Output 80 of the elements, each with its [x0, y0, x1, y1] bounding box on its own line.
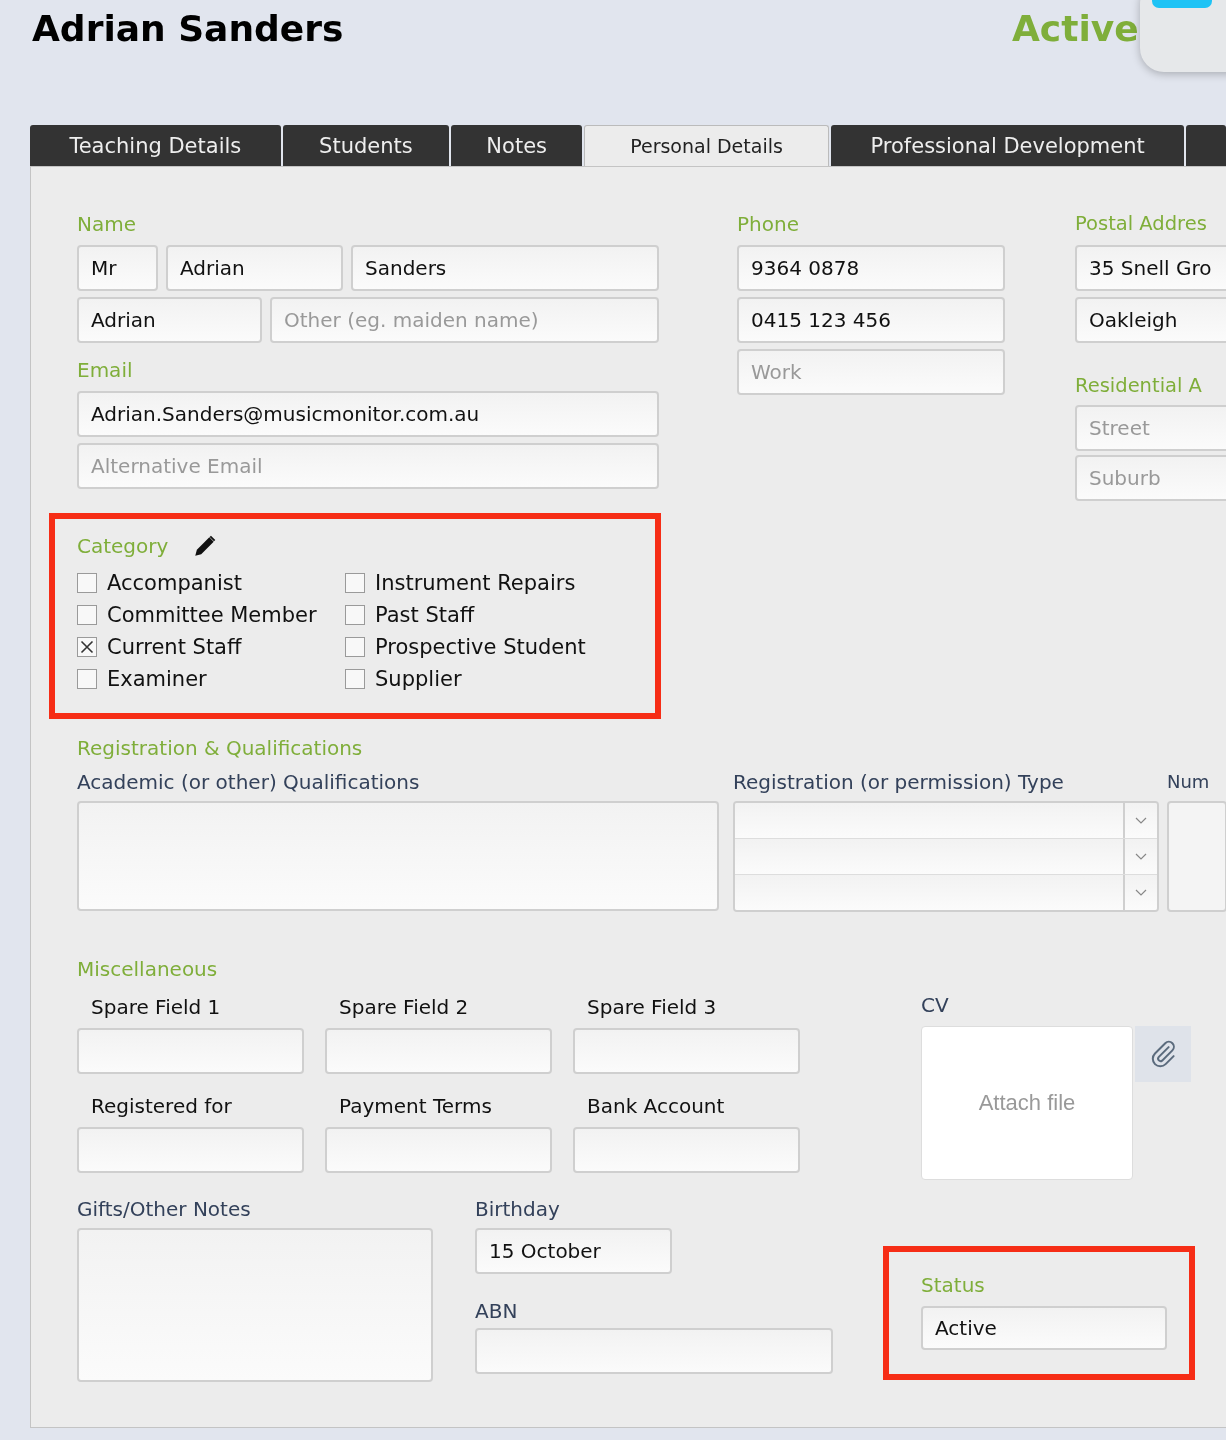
text-field[interactable] [325, 1127, 552, 1173]
chevron-down-icon [1135, 888, 1147, 897]
tab[interactable]: Professional Development [830, 125, 1185, 166]
status-text: Active [1012, 8, 1139, 49]
tab[interactable]: Personal Details [584, 125, 829, 166]
address-field[interactable]: Suburb [1075, 455, 1226, 501]
text-field[interactable]: Mr [77, 245, 158, 291]
checkbox[interactable] [345, 637, 365, 657]
drop-hint: Attach file [978, 1090, 1076, 1116]
field-label: Registered for [90, 1093, 233, 1120]
dropdown[interactable] [735, 803, 1157, 839]
checkbox[interactable] [345, 669, 365, 689]
chevron-down-icon [1135, 816, 1147, 825]
field-label: Academic (or other) Qualifications [77, 769, 421, 796]
checkbox-label: Committee Member [107, 603, 317, 627]
checkbox[interactable] [77, 573, 97, 593]
status-field[interactable]: Active [921, 1306, 1167, 1350]
dropdown[interactable] [735, 839, 1157, 875]
tab[interactable] [1186, 125, 1226, 166]
text-field[interactable]: Adrian [77, 297, 262, 343]
field-label: Num [1167, 770, 1211, 794]
field-label: Bank Account [586, 1093, 726, 1120]
field-label: Gifts/Other Notes [77, 1196, 252, 1223]
checkbox[interactable] [77, 605, 97, 625]
phone-field[interactable]: 0415 123 456 [737, 297, 1005, 343]
text-area[interactable] [77, 1228, 433, 1382]
field-label: Spare Field 1 [90, 994, 222, 1021]
field-label: Spare Field 2 [338, 994, 470, 1021]
address-field[interactable]: Oakleigh [1075, 297, 1226, 343]
checkbox[interactable] [77, 637, 97, 657]
field-label: CV [921, 992, 950, 1019]
text-field[interactable] [325, 1028, 552, 1074]
checkbox-label: Past Staff [375, 603, 475, 627]
dropdown[interactable] [735, 875, 1157, 910]
address-field[interactable]: Street [1075, 405, 1226, 451]
text-field[interactable] [573, 1127, 800, 1173]
field-label: Registration (or permission) Type [733, 769, 1065, 796]
section-title: Postal Addres [1075, 211, 1208, 237]
text-field[interactable] [77, 1028, 304, 1074]
section-title: Status [921, 1272, 986, 1299]
text-field[interactable] [573, 1028, 800, 1074]
section-title: Miscellaneous [77, 956, 219, 983]
text-area[interactable] [77, 801, 719, 911]
field-label: Spare Field 3 [586, 994, 718, 1021]
checkbox-label: Accompanist [107, 571, 242, 595]
checkbox[interactable] [345, 605, 365, 625]
address-field[interactable]: 35 Snell Gro [1075, 245, 1226, 291]
checkbox[interactable] [345, 573, 365, 593]
tab[interactable]: Teaching Details [30, 125, 281, 166]
section-title: Residential A [1075, 373, 1203, 399]
person-name: Adrian Sanders [32, 8, 344, 49]
text-field[interactable]: Other (eg. maiden name) [270, 297, 659, 343]
checkbox-label: Current Staff [107, 635, 242, 659]
tab[interactable]: Students [282, 125, 450, 166]
section-title: Category [77, 533, 169, 560]
checkbox[interactable] [77, 669, 97, 689]
field-label: Birthday [475, 1196, 561, 1223]
field-label: ABN [475, 1298, 519, 1325]
email-field[interactable]: Adrian.Sanders@musicmonitor.com.au [77, 391, 659, 437]
checkbox-label: Instrument Repairs [375, 571, 576, 595]
text-field[interactable]: Sanders [351, 245, 659, 291]
checkbox-label: Prospective Student [375, 635, 586, 659]
section-title: Email [77, 357, 134, 384]
checkbox-label: Examiner [107, 667, 207, 691]
date-field[interactable]: 15 October [475, 1228, 672, 1274]
text-field[interactable] [77, 1127, 304, 1173]
section-title: Registration & Qualifications [77, 735, 364, 762]
chevron-down-icon [1135, 852, 1147, 861]
phone-field[interactable]: Work [737, 349, 1005, 395]
text-field[interactable] [475, 1328, 833, 1374]
section-title: Phone [737, 211, 800, 238]
field-label: Payment Terms [338, 1093, 493, 1120]
email-field[interactable]: Alternative Email [77, 443, 659, 489]
text-field[interactable]: Adrian [166, 245, 343, 291]
number-field-stack[interactable] [1167, 801, 1226, 912]
tab[interactable]: Notes [451, 125, 583, 166]
phone-field[interactable]: 9364 0878 [737, 245, 1005, 291]
section-title: Name [77, 211, 137, 238]
checkbox-label: Supplier [375, 667, 462, 691]
attach-button[interactable] [1135, 1026, 1191, 1082]
